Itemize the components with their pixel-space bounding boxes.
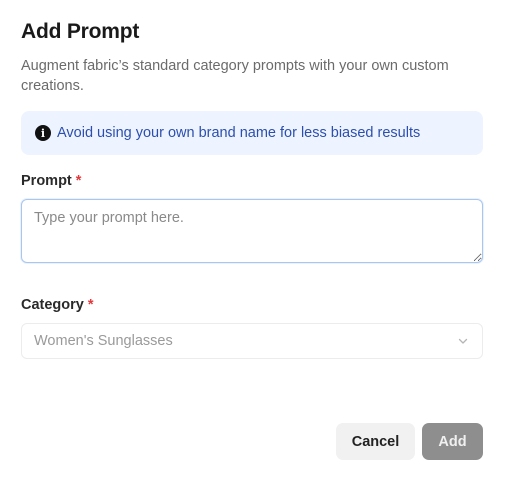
info-icon: i bbox=[35, 125, 51, 141]
dialog-title: Add Prompt bbox=[21, 20, 140, 43]
required-marker: * bbox=[75, 173, 82, 189]
category-label-text: Category bbox=[21, 297, 84, 313]
info-banner-text: Avoid using your own brand name for less… bbox=[57, 125, 421, 141]
cancel-button[interactable]: Cancel bbox=[336, 423, 415, 460]
prompt-input[interactable] bbox=[21, 199, 483, 263]
prompt-label-text: Prompt bbox=[21, 173, 72, 189]
prompt-label: Prompt * bbox=[21, 173, 81, 189]
add-button[interactable]: Add bbox=[422, 423, 483, 460]
category-label: Category * bbox=[21, 297, 94, 313]
info-banner: i Avoid using your own brand name for le… bbox=[21, 111, 483, 155]
add-prompt-dialog: Add Prompt Augment fabric’s standard cat… bbox=[0, 0, 505, 482]
dialog-subtitle: Augment fabric’s standard category promp… bbox=[21, 58, 449, 94]
category-select[interactable]: Women's Sunglasses bbox=[21, 323, 483, 359]
required-marker: * bbox=[87, 297, 94, 313]
chevron-down-icon bbox=[458, 338, 468, 344]
category-selected-value: Women's Sunglasses bbox=[34, 333, 173, 349]
